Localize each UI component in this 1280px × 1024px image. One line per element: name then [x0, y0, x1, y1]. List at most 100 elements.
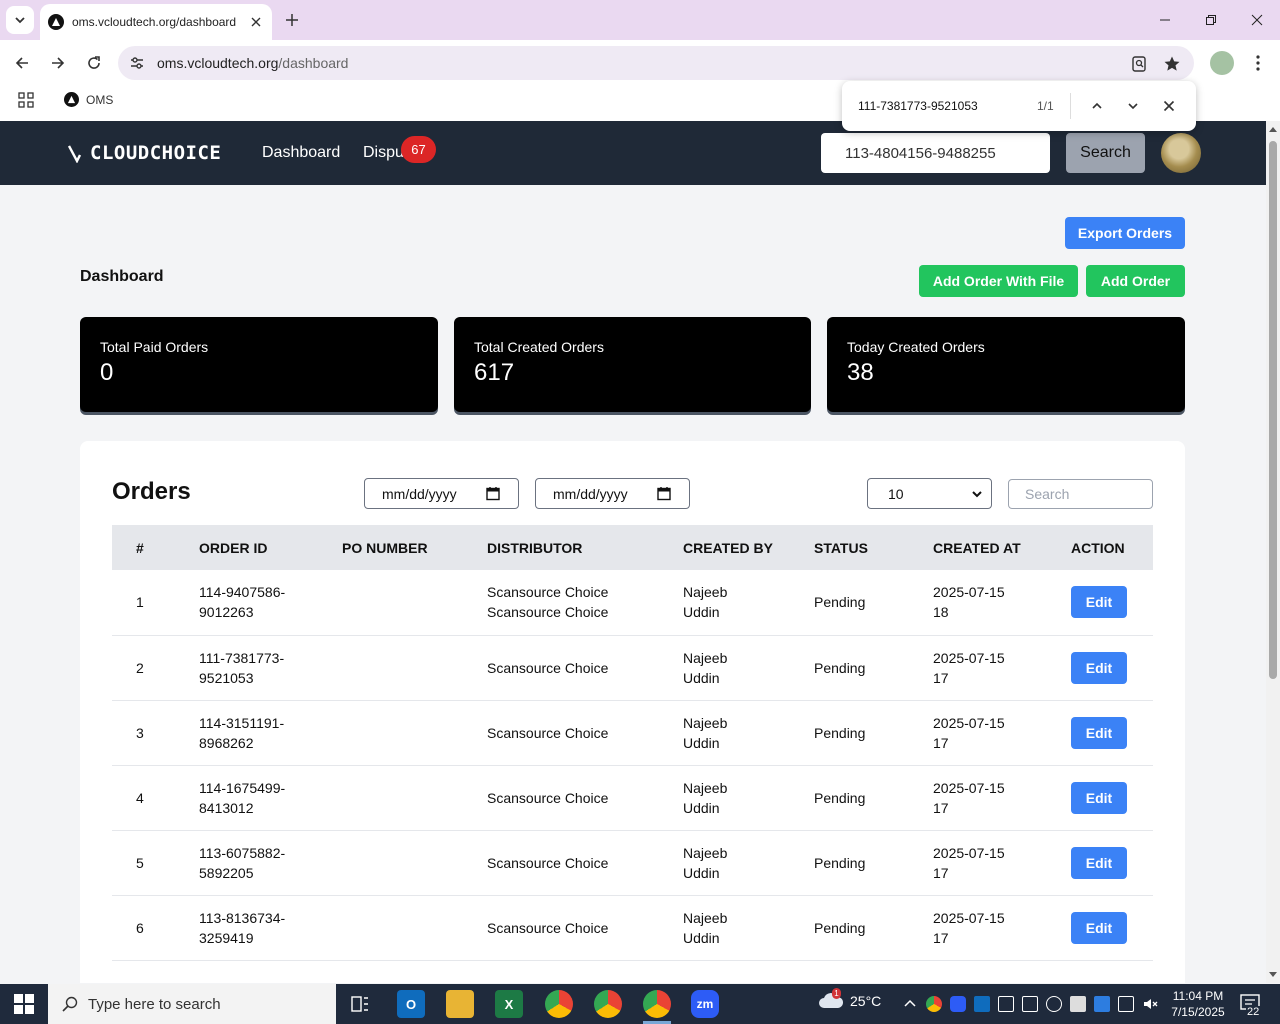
cell-number: 1: [136, 594, 144, 611]
tray-display-icon[interactable]: [1118, 996, 1134, 1012]
apps-grid-icon[interactable]: [18, 92, 34, 108]
user-avatar[interactable]: [1161, 133, 1201, 173]
cell-created-at: 2025-07-15: [933, 960, 1071, 983]
forward-button[interactable]: [45, 50, 71, 76]
tray-outlook-icon[interactable]: [974, 996, 990, 1012]
taskbar-search-box[interactable]: Type here to search: [48, 984, 336, 1024]
outlook-app-icon[interactable]: O: [397, 990, 425, 1018]
cell-status: Pending: [814, 659, 866, 676]
page-search-icon[interactable]: [1128, 53, 1150, 75]
windows-start-icon[interactable]: [14, 994, 34, 1014]
bookmark-oms[interactable]: OMS: [64, 92, 113, 107]
table-search-input[interactable]: [1008, 479, 1153, 509]
speaker-muted-icon[interactable]: [1142, 996, 1158, 1012]
tray-dropbox-icon[interactable]: [1094, 996, 1110, 1012]
cell-number: 6: [136, 919, 144, 936]
find-next-button[interactable]: [1122, 95, 1144, 117]
tray-network-icon[interactable]: [1046, 996, 1062, 1012]
task-view-icon[interactable]: [346, 990, 374, 1018]
edit-order-button[interactable]: Edit: [1071, 586, 1127, 619]
site-settings-icon[interactable]: [128, 54, 146, 72]
browser-menu-button[interactable]: [1248, 52, 1268, 74]
created-at-line: 2025-07-15: [933, 983, 1071, 984]
scroll-down-arrow-icon[interactable]: [1269, 971, 1277, 979]
tray-zoom-icon[interactable]: [950, 996, 966, 1012]
new-tab-button[interactable]: [280, 8, 304, 32]
date-to-input[interactable]: mm/dd/yyyy: [535, 478, 690, 509]
tray-chrome-icon[interactable]: [926, 996, 942, 1012]
order-id-line: 114-9407586-: [199, 584, 286, 601]
order-search-button[interactable]: Search: [1066, 133, 1145, 173]
tray-app-icon[interactable]: [1022, 996, 1038, 1012]
find-query[interactable]: 111-7381773-9521053: [858, 99, 978, 113]
edit-order-button[interactable]: Edit: [1071, 651, 1127, 684]
created-by-line: Uddin: [683, 929, 720, 946]
order-id-line: 114-3151191-: [199, 714, 285, 731]
edit-order-button[interactable]: Edit: [1071, 911, 1127, 944]
edit-order-button[interactable]: Edit: [1071, 846, 1127, 879]
app-logo[interactable]: CLOUDCHOICE: [68, 142, 221, 164]
chrome-app-icon-1[interactable]: [545, 990, 573, 1018]
calendar-icon[interactable]: [657, 486, 671, 501]
column-header-po-number: PO NUMBER: [342, 539, 428, 556]
find-previous-button[interactable]: [1086, 95, 1108, 117]
browser-tab-active[interactable]: oms.vcloudtech.org/dashboard: [40, 4, 272, 40]
page-scrollbar[interactable]: [1266, 121, 1280, 983]
tab-search-button[interactable]: [6, 6, 34, 34]
find-close-button[interactable]: [1158, 95, 1180, 117]
created-by-line: Najeeb: [683, 584, 728, 601]
chevron-up-icon[interactable]: [902, 996, 918, 1012]
add-order-with-file-button[interactable]: Add Order With File: [919, 265, 1078, 297]
table-row: 2 111-7381773- 9521053 Scansource Choice Naj…: [112, 635, 1153, 700]
cell-po-number: [342, 895, 487, 960]
zoom-app-icon[interactable]: zm: [691, 990, 719, 1018]
taskbar-clock[interactable]: 11:04 PM 7/15/2025: [1162, 988, 1234, 1020]
calendar-icon[interactable]: [486, 486, 500, 501]
find-divider: [1070, 93, 1071, 119]
find-count: 1/1: [1037, 99, 1054, 113]
chrome-app-icon-3[interactable]: [643, 990, 671, 1018]
more-icon: [1256, 55, 1260, 71]
created-by-line: Najeeb: [683, 983, 814, 984]
address-bar[interactable]: oms.vcloudtech.org/dashboard: [118, 46, 1194, 80]
url-host: oms.vcloudtech.org: [157, 55, 279, 71]
weather-widget[interactable]: 25°C 1: [818, 988, 881, 1010]
back-button[interactable]: [9, 50, 35, 76]
export-orders-button[interactable]: Export Orders: [1065, 217, 1185, 249]
close-icon: [1163, 100, 1175, 112]
cell-po-number: [342, 570, 487, 635]
cell-action: Edit: [1071, 765, 1153, 830]
scroll-up-arrow-icon[interactable]: [1269, 125, 1277, 133]
nav-link-dashboard[interactable]: Dashboard: [262, 144, 340, 162]
page-size-select[interactable]: 10: [867, 478, 992, 509]
bookmark-star-icon[interactable]: [1161, 53, 1183, 75]
tray-vpn-icon[interactable]: [1070, 996, 1086, 1012]
scrollbar-thumb[interactable]: [1269, 141, 1277, 679]
window-minimize-button[interactable]: [1142, 0, 1188, 40]
cell-created-at: 2025-07-15 18: [933, 570, 1071, 635]
table-row: 114-7805682-US-Q3-25- Najeeb 2025-07-15: [112, 960, 1153, 983]
cell-distributor: [487, 960, 683, 983]
table-row: 4 114-1675499- 8413012 Scansource Choice Naj…: [112, 765, 1153, 830]
tab-close-icon[interactable]: [248, 14, 264, 30]
edit-order-button[interactable]: Edit: [1071, 716, 1127, 749]
profile-avatar[interactable]: [1210, 51, 1234, 75]
chrome-app-icon-2[interactable]: [594, 990, 622, 1018]
window-restore-button[interactable]: [1188, 0, 1234, 40]
edit-order-button[interactable]: Edit: [1071, 781, 1127, 814]
date-from-input[interactable]: mm/dd/yyyy: [364, 478, 519, 509]
cell-number: [112, 960, 199, 983]
cell-created-by: Najeeb Uddin: [683, 635, 814, 700]
window-close-button[interactable]: [1234, 0, 1280, 40]
excel-app-icon[interactable]: X: [495, 990, 523, 1018]
created-by-line: Najeeb: [683, 714, 728, 731]
clock-date: 7/15/2025: [1171, 1005, 1225, 1019]
tray-screen-icon[interactable]: [998, 996, 1014, 1012]
order-search-input[interactable]: [821, 133, 1050, 173]
file-explorer-icon[interactable]: [446, 990, 474, 1018]
column-header-created-by: CREATED BY: [683, 539, 773, 556]
nav-link-disputes[interactable]: Dispu: [363, 144, 404, 162]
add-order-button[interactable]: Add Order: [1086, 265, 1185, 297]
distributor-line: Scansource Choice: [487, 604, 609, 621]
reload-button[interactable]: [81, 50, 107, 76]
